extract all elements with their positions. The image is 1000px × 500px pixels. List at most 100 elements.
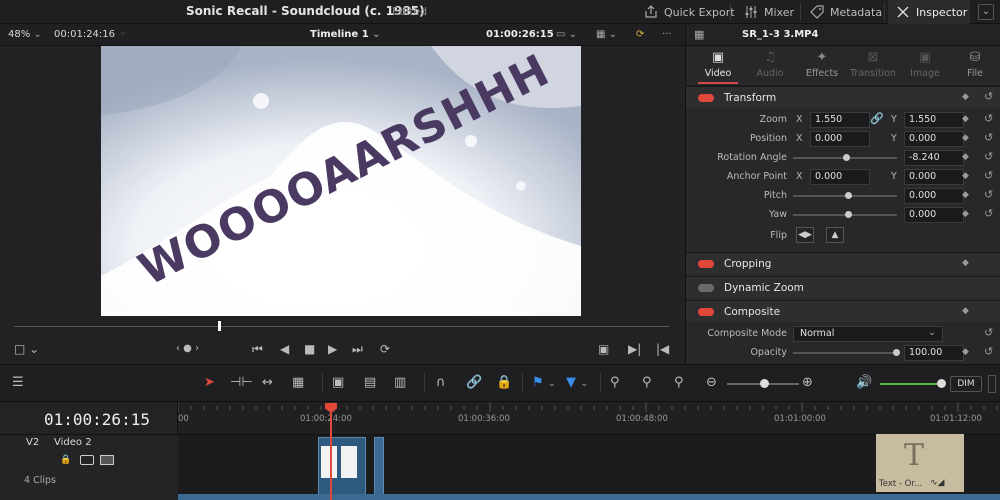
anchor-y-field[interactable]: 0.000 xyxy=(904,169,964,185)
pitch-slider[interactable] xyxy=(793,192,897,199)
opacity-field[interactable]: 100.00 xyxy=(904,345,964,361)
zoom-y-field[interactable]: 1.550 xyxy=(904,112,964,128)
position-x-field[interactable]: 0.000 xyxy=(810,131,870,147)
reset-icon[interactable]: ↺ xyxy=(984,150,993,163)
tab-image[interactable]: ▣ Image xyxy=(899,50,951,79)
pitch-field[interactable]: 0.000 xyxy=(904,188,964,204)
rotation-slider[interactable] xyxy=(793,154,897,161)
reset-icon[interactable]: ↺ xyxy=(984,207,993,220)
video-clip[interactable] xyxy=(374,437,384,495)
keyframe-icon[interactable]: ◆ xyxy=(962,306,969,316)
color-picker-icon[interactable]: ⟳ xyxy=(636,29,644,40)
viewer-scrubber[interactable] xyxy=(14,326,669,327)
metadata-button[interactable]: Metadata xyxy=(802,0,890,24)
slider-knob[interactable] xyxy=(937,379,946,388)
reset-icon[interactable]: ↺ xyxy=(984,131,993,144)
keyframe-icon[interactable]: ◆ xyxy=(962,209,969,219)
lock-icon[interactable]: 🔒 xyxy=(496,376,512,390)
timeline-selector[interactable]: Timeline 1 ⌄ xyxy=(310,29,381,40)
keyframe-icon[interactable]: ◆ xyxy=(962,133,969,143)
loop-icon[interactable]: ⟳ xyxy=(380,342,390,356)
section-dynamic-zoom[interactable]: Dynamic Zoom xyxy=(686,276,1000,298)
enable-toggle[interactable] xyxy=(698,284,714,292)
zoom-full-icon[interactable]: ⚲ xyxy=(610,376,620,390)
link-icon[interactable]: 🔗 xyxy=(466,376,482,390)
timeline-ruler[interactable]: 00 01:00:24:00 01:00:36:00 01:00:48:00 0… xyxy=(178,402,1000,434)
section-cropping[interactable]: Cropping ◆ xyxy=(686,252,1000,274)
overlay-icon[interactable]: ▦ ⌄ xyxy=(596,29,617,40)
enable-toggle[interactable] xyxy=(698,308,714,316)
volume-slider[interactable] xyxy=(880,379,946,388)
anchor-x-field[interactable]: 0.000 xyxy=(810,169,870,185)
flip-vertical-button[interactable]: ▲ xyxy=(826,227,844,243)
text-title-clip[interactable]: T Text - Or... ∿◢ xyxy=(876,434,964,492)
flip-horizontal-button[interactable]: ◀▶ xyxy=(796,227,814,243)
mixer-button[interactable]: Mixer xyxy=(736,0,802,24)
zoom-out-icon[interactable]: ⊖ xyxy=(706,376,717,390)
video-clip[interactable] xyxy=(318,437,366,495)
tab-file[interactable]: ⛁ File xyxy=(949,50,1000,79)
yaw-field[interactable]: 0.000 xyxy=(904,207,964,223)
position-y-field[interactable]: 0.000 xyxy=(904,131,964,147)
keyframe-icon[interactable]: ◆ xyxy=(962,171,969,181)
skip-to-end-icon[interactable]: ⏭ xyxy=(352,342,363,356)
collapse-panel-button[interactable]: ⌄ xyxy=(978,4,994,20)
keyframe-icon[interactable]: ◆ xyxy=(962,347,969,357)
selection-tool-icon[interactable]: ➤ xyxy=(204,376,215,390)
reset-icon[interactable]: ↺ xyxy=(984,326,993,339)
match-frame-icon[interactable]: ▣ xyxy=(598,342,609,356)
tab-video[interactable]: ▣ Video xyxy=(692,50,744,79)
blade-tool-icon[interactable]: ▦ xyxy=(292,376,304,390)
quick-export-button[interactable]: Quick Export xyxy=(636,0,743,24)
section-composite[interactable]: Composite ◆ xyxy=(686,300,1000,322)
yaw-slider[interactable] xyxy=(793,211,897,218)
keyframe-icon[interactable]: ◆ xyxy=(962,258,969,268)
viewer-mode-icon[interactable]: ▭ ⌄ xyxy=(556,29,577,40)
tab-transition[interactable]: ⊠ Transition xyxy=(847,50,899,79)
composite-mode-select[interactable]: Normal ⌄ xyxy=(793,326,943,342)
next-edit-icon[interactable]: ▶| xyxy=(628,342,641,356)
trim-tool-icon[interactable]: ⊣⊢ xyxy=(230,376,253,390)
reset-icon[interactable]: ↺ xyxy=(984,90,993,103)
zoom-in-icon[interactable]: ⊕ xyxy=(802,376,813,390)
slider-knob[interactable] xyxy=(845,211,852,218)
lock-icon[interactable]: 🔒 xyxy=(60,455,71,465)
marker-icon[interactable]: ▼ ⌄ xyxy=(566,376,589,391)
dynamic-trim-icon[interactable]: ↔ xyxy=(262,376,273,390)
replace-clip-icon[interactable]: ▥ xyxy=(394,376,406,390)
inspector-button[interactable]: Inspector xyxy=(888,0,970,24)
track-name[interactable]: Video 2 xyxy=(54,437,92,448)
track-enable-icon[interactable] xyxy=(100,455,114,465)
timeline-options-icon[interactable]: ☰ xyxy=(12,376,24,390)
insert-clip-icon[interactable]: ▣ xyxy=(332,376,344,390)
zoom-x-field[interactable]: 1.550 xyxy=(810,112,870,128)
playhead[interactable] xyxy=(330,404,332,500)
zoom-dropdown[interactable]: 48% ⌄ xyxy=(8,29,42,40)
reset-icon[interactable]: ↺ xyxy=(984,169,993,182)
rotation-field[interactable]: -8.240 xyxy=(904,150,964,166)
timeline-zoom-slider[interactable] xyxy=(727,379,799,388)
skip-to-start-icon[interactable]: ⏮ xyxy=(252,342,263,356)
tab-effects[interactable]: ✦ Effects xyxy=(796,50,848,79)
stop-icon[interactable]: ■ xyxy=(304,342,315,356)
jog-icon[interactable]: ‹ ● › xyxy=(176,342,199,356)
slider-knob[interactable] xyxy=(760,379,769,388)
opacity-slider[interactable] xyxy=(793,349,900,356)
slider-knob[interactable] xyxy=(843,154,850,161)
auto-select-icon[interactable] xyxy=(80,455,94,465)
play-icon[interactable]: ▶ xyxy=(328,342,337,356)
snapping-icon[interactable]: ∩ xyxy=(436,376,446,390)
reset-icon[interactable]: ↺ xyxy=(984,188,993,201)
dim-button[interactable]: DIM xyxy=(950,376,982,392)
section-transform[interactable]: Transform ◆ ↺ xyxy=(686,86,1000,108)
scrubber-handle[interactable] xyxy=(218,321,221,331)
enable-toggle[interactable] xyxy=(698,260,714,268)
speaker-icon[interactable]: 🔊 xyxy=(856,376,872,390)
keyframe-icon[interactable]: ◆ xyxy=(962,190,969,200)
reset-icon[interactable]: ↺ xyxy=(984,345,993,358)
keyframe-icon[interactable]: ◆ xyxy=(962,152,969,162)
flag-icon[interactable]: ⚑ ⌄ xyxy=(532,376,556,391)
link-icon[interactable]: 🔗 xyxy=(870,112,884,125)
zoom-custom-icon[interactable]: ⚲ xyxy=(674,376,684,390)
zoom-detail-icon[interactable]: ⚲ xyxy=(642,376,652,390)
